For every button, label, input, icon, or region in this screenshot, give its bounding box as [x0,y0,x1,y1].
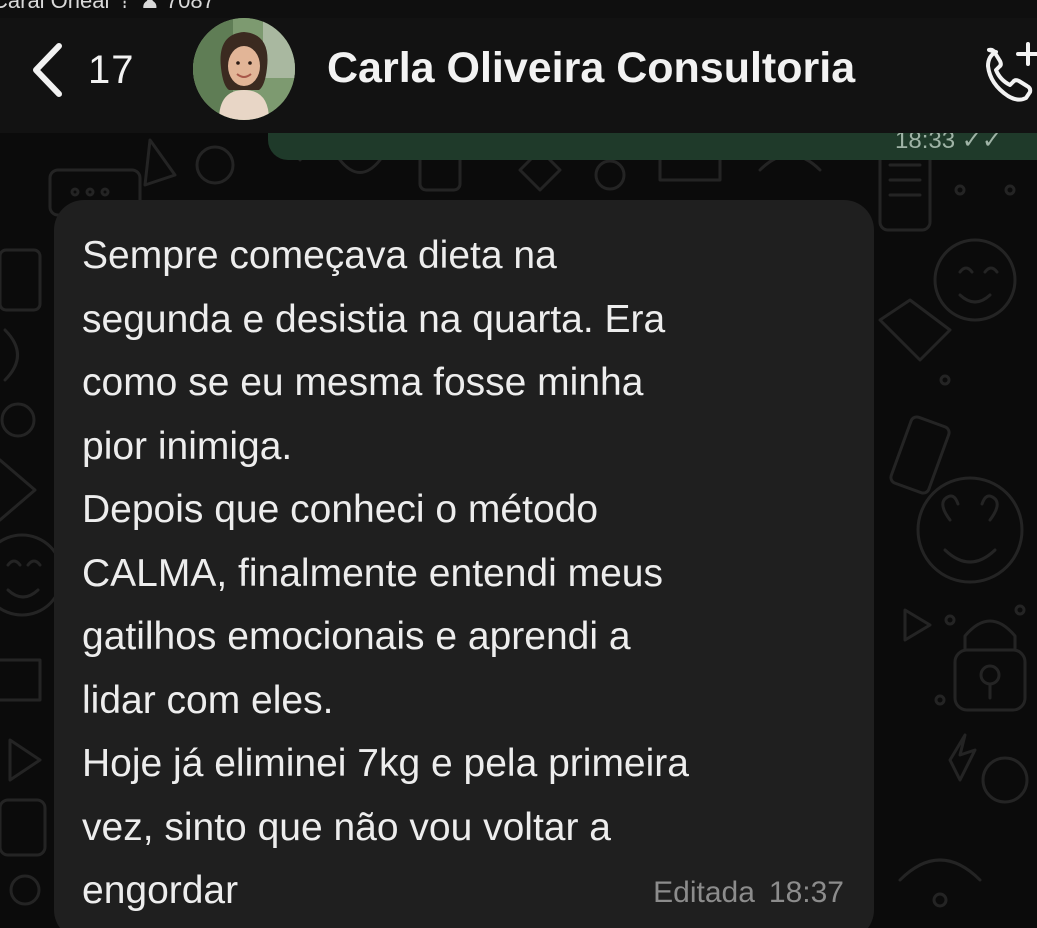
contact-avatar[interactable] [193,18,295,120]
chevron-left-icon [30,42,64,98]
chat-screen: 18:33 ✓✓ Carai Oneal ⇡ ♟ 7087 17 Carla O… [0,0,1037,928]
add-call-button[interactable] [982,38,1037,104]
status-bar-text: Carai Oneal ⇡ ♟ 7087 [0,0,215,13]
message-meta: Editada 18:37 [653,876,844,910]
add-call-icon [986,42,1037,102]
incoming-message[interactable]: Sempre começava dieta na segunda e desis… [54,200,874,928]
contact-name[interactable]: Carla Oliveira Consultoria [327,44,855,93]
message-time: 18:37 [768,876,844,909]
chat-header: 17 Carla Oliveira Consultoria [0,18,1037,133]
status-bar: Carai Oneal ⇡ ♟ 7087 [0,0,1037,18]
back-button[interactable]: 17 [30,42,135,98]
message-text: Sempre começava dieta na segunda e desis… [82,234,689,912]
unread-count: 17 [88,47,135,92]
edited-label: Editada [653,876,755,909]
